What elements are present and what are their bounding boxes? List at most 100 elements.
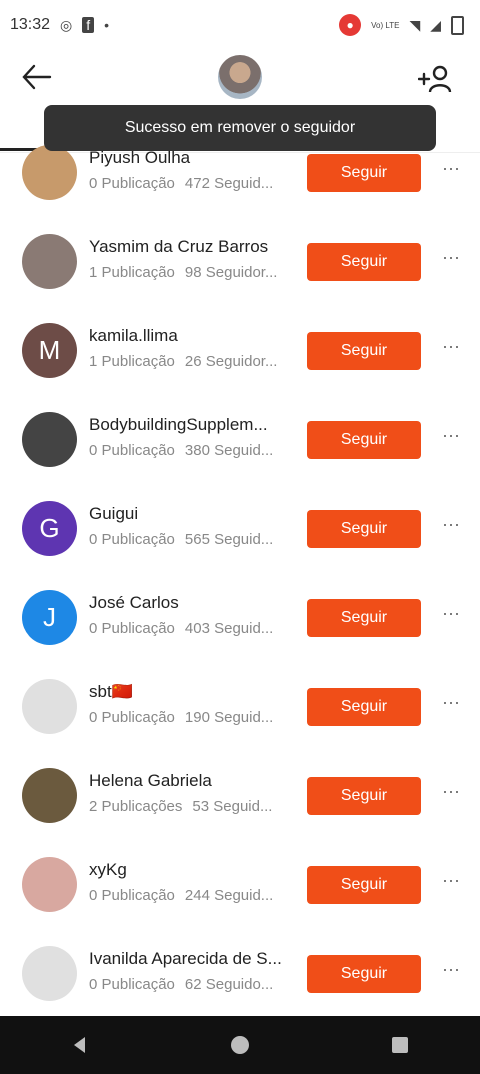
follower-name[interactable]: xyKg	[89, 860, 289, 880]
follower-meta: 0 Publicação 472 Seguid...	[89, 175, 289, 192]
follower-meta: 1 Publicação 98 Seguidor...	[89, 264, 289, 281]
follower-name[interactable]: Guigui	[89, 504, 289, 524]
follow-button[interactable]: Seguir	[307, 955, 421, 993]
follow-button[interactable]: Seguir	[307, 777, 421, 815]
follower-name[interactable]: Yasmim da Cruz Barros	[89, 237, 289, 257]
avatar[interactable]: J	[22, 590, 77, 645]
more-options-icon[interactable]: ···	[440, 247, 462, 269]
follower-name[interactable]: kamila.llima	[89, 326, 289, 346]
add-user-button[interactable]	[417, 64, 452, 94]
posts-count: 0 Publicação	[89, 175, 175, 192]
more-options-icon[interactable]: ···	[440, 158, 462, 180]
follower-row[interactable]: xyKg 0 Publicação 244 Seguid... Seguir ···	[0, 840, 480, 929]
volte-icon: Vo) LTE	[371, 20, 400, 30]
follower-row[interactable]: Helena Gabriela 2 Publicações 53 Seguid...…	[0, 751, 480, 840]
avatar[interactable]: G	[22, 501, 77, 556]
follower-row[interactable]: Yasmim da Cruz Barros 1 Publicação 98 Segu…	[0, 217, 480, 306]
circle-home-icon	[231, 1036, 249, 1054]
followers-count: 26 Seguidor...	[184, 353, 278, 370]
clock: 13:32	[10, 16, 51, 33]
followers-count: 62 Seguido...	[184, 976, 274, 993]
follower-meta: 0 Publicação 244 Seguid...	[89, 887, 289, 904]
followers-count: 565 Seguid...	[184, 531, 274, 548]
follower-row[interactable]: Ivanilda Aparecida de S... 0 Publicação 62…	[0, 929, 480, 1016]
follower-row[interactable]: Mkamila.llima 1 Publicação 26 Seguidor... S…	[0, 306, 480, 395]
status-left: 13:32 ◎ f •	[10, 16, 109, 34]
avatar[interactable]	[22, 946, 77, 1001]
followers-count: 53 Seguid...	[192, 798, 273, 815]
wifi-icon: ◥	[409, 16, 421, 33]
more-options-icon[interactable]: ···	[440, 781, 462, 803]
follow-button[interactable]: Seguir	[307, 154, 421, 192]
posts-count: 0 Publicação	[89, 620, 175, 637]
follow-button[interactable]: Seguir	[307, 510, 421, 548]
home-nav-button[interactable]	[228, 1033, 252, 1057]
square-recents-icon	[392, 1037, 408, 1053]
follower-row[interactable]: BodybuildingSupplem... 0 Publicação 380 Se…	[0, 395, 480, 484]
avatar[interactable]	[22, 679, 77, 734]
arrow-left-icon	[22, 64, 52, 90]
follow-button[interactable]: Seguir	[307, 243, 421, 281]
follower-meta: 0 Publicação 403 Seguid...	[89, 620, 289, 637]
back-button[interactable]	[20, 60, 58, 98]
more-options-icon[interactable]: ···	[440, 603, 462, 625]
facebook-icon: f	[82, 17, 95, 33]
more-options-icon[interactable]: ···	[440, 692, 462, 714]
follower-meta: 0 Publicação 62 Seguido...	[89, 976, 289, 993]
follower-row[interactable]: G Guigui 0 Publicação 565 Seguid... Seguir ··…	[0, 484, 480, 573]
avatar[interactable]	[22, 857, 77, 912]
follower-name[interactable]: Ivanilda Aparecida de S...	[89, 949, 289, 969]
back-nav-button[interactable]	[68, 1033, 92, 1057]
follow-button[interactable]: Seguir	[307, 599, 421, 637]
avatar[interactable]	[22, 145, 77, 200]
follower-meta: 0 Publicação 565 Seguid...	[89, 531, 289, 548]
avatar[interactable]	[22, 234, 77, 289]
recents-nav-button[interactable]	[388, 1033, 412, 1057]
follower-name[interactable]: Piyush Oulha	[89, 148, 289, 168]
triangle-back-icon	[74, 1037, 85, 1053]
signal-icon: ◢	[430, 16, 441, 33]
more-options-icon[interactable]: ···	[440, 425, 462, 447]
followers-count: 98 Seguidor...	[184, 264, 278, 281]
follower-row[interactable]: sbt🇨🇳 0 Publicação 190 Seguid... Seguir ···	[0, 662, 480, 751]
follower-name[interactable]: José Carlos	[89, 593, 289, 613]
follower-row[interactable]: J José Carlos 0 Publicação 403 Seguid... Seg…	[0, 573, 480, 662]
more-options-icon[interactable]: ···	[440, 514, 462, 536]
dot-icon: •	[104, 17, 110, 33]
system-nav-bar	[0, 1016, 480, 1074]
follower-name[interactable]: BodybuildingSupplem...	[89, 415, 289, 435]
follower-name[interactable]: Helena Gabriela	[89, 771, 289, 791]
posts-count: 0 Publicação	[89, 887, 175, 904]
follower-list: Piyush Oulha 0 Publicação 472 Seguid... Seg…	[0, 128, 480, 1016]
follower-meta: 2 Publicações 53 Seguid...	[89, 798, 289, 815]
toast: Sucesso em remover o seguidor	[44, 105, 436, 151]
avatar[interactable]	[22, 768, 77, 823]
posts-count: 0 Publicação	[89, 531, 175, 548]
status-right: ● Vo) LTE ◥ ◢	[339, 14, 464, 36]
followers-count: 244 Seguid...	[184, 887, 274, 904]
posts-count: 1 Publicação	[89, 353, 175, 370]
avatar[interactable]	[22, 412, 77, 467]
more-options-icon[interactable]: ···	[440, 959, 462, 981]
more-options-icon[interactable]: ···	[440, 336, 462, 358]
follower-meta: 0 Publicação 380 Seguid...	[89, 442, 289, 459]
avatar[interactable]: M	[22, 323, 77, 378]
followers-count: 403 Seguid...	[184, 620, 274, 637]
profile-avatar[interactable]	[218, 55, 262, 99]
followers-count: 472 Seguid...	[184, 175, 274, 192]
header	[0, 50, 480, 106]
follow-button[interactable]: Seguir	[307, 688, 421, 726]
more-options-icon[interactable]: ···	[440, 870, 462, 892]
follow-button[interactable]: Seguir	[307, 866, 421, 904]
record-icon: ●	[339, 14, 362, 36]
posts-count: 0 Publicação	[89, 976, 175, 993]
posts-count: 2 Publicações	[89, 798, 183, 815]
follower-meta: 0 Publicação 190 Seguid...	[89, 709, 289, 726]
posts-count: 0 Publicação	[89, 709, 175, 726]
followers-count: 380 Seguid...	[184, 442, 274, 459]
follow-button[interactable]: Seguir	[307, 332, 421, 370]
follower-name[interactable]: sbt🇨🇳	[89, 682, 289, 702]
follow-button[interactable]: Seguir	[307, 421, 421, 459]
target-icon: ◎	[60, 16, 73, 33]
followers-count: 190 Seguid...	[184, 709, 274, 726]
